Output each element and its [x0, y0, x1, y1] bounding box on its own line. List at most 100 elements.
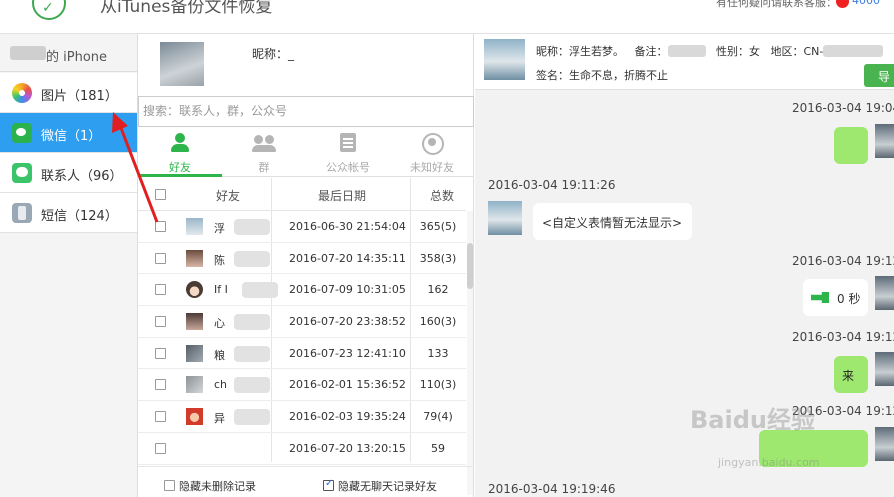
friend-list-scrollbar[interactable] [467, 211, 473, 495]
friend-name: 陈 [214, 253, 225, 267]
friend-avatar [186, 249, 203, 267]
row-checkbox[interactable] [155, 347, 166, 359]
app-title: 从iTunes备份文件恢复 [100, 0, 273, 17]
tab-groups[interactable]: 群 [222, 127, 306, 177]
name-blur [242, 282, 278, 299]
hide-no-chat-option[interactable]: 隐藏无聊天记录好友 [323, 478, 437, 494]
active-tab-indicator [138, 174, 222, 177]
tab-friends[interactable]: 好友 [138, 127, 222, 177]
emoji-placeholder-bubble: <自定义表情暂无法显示> [533, 203, 693, 240]
row-checkbox[interactable] [155, 252, 166, 264]
friend-tabs: 好友 群 公众帐号 未知好友 [138, 127, 474, 177]
hide-deleted-checkbox[interactable] [164, 480, 175, 491]
scrollbar-thumb[interactable] [467, 243, 473, 289]
sidebar-item-label: 短信（124） [41, 209, 118, 224]
filter-options: 隐藏未删除记录 隐藏无聊天记录好友 [138, 466, 474, 497]
friend-avatar [875, 276, 894, 310]
row-checkbox[interactable] [155, 284, 166, 296]
friend-avatar [186, 376, 203, 394]
sidebar-item-label: 联系人（96） [41, 169, 123, 184]
table-row[interactable]: 粮 2016-07-23 12:41:10 133 [138, 338, 466, 370]
friend-name: 浮 [214, 222, 225, 235]
sidebar-item-contacts[interactable]: 联系人（96） [0, 153, 137, 193]
text-message-bubble: 来 [834, 356, 868, 393]
voice-duration: 0 秒 [837, 292, 861, 306]
column-header-last-date[interactable]: 最后日期 [318, 187, 366, 204]
my-nickname: 昵称：_ [252, 47, 295, 61]
chat-panel: 昵称：浮生若梦。 备注： 性别：女 地区：CN- 签名：生命不息，折腾不止 导 … [475, 34, 894, 497]
friend-avatar [186, 408, 203, 426]
baidu-watermark: Baidu经验 [690, 406, 815, 434]
name-blur [234, 345, 270, 362]
contact-text: 有任何疑问请联系客服： [716, 0, 837, 9]
message-total: 365(5) [419, 220, 457, 233]
device-owner-blur [10, 46, 46, 60]
table-row[interactable]: 异 2016-02-03 19:35:24 79(4) [138, 401, 466, 433]
column-header-total[interactable]: 总数 [430, 187, 454, 204]
contact-avatar [484, 39, 525, 80]
contact-remark: 备注： [634, 45, 668, 58]
column-header-friend[interactable]: 好友 [216, 187, 240, 204]
qq-number[interactable]: 4000 [852, 0, 880, 7]
last-date: 2016-02-03 19:35:24 [289, 410, 406, 424]
tab-label: 群 [258, 161, 270, 174]
contact-info-line: 昵称：浮生若梦。 备注： 性别：女 地区：CN- [536, 43, 884, 59]
app-logo-icon: ✓ [32, 0, 66, 20]
photos-icon [12, 83, 32, 103]
friends-panel: 昵称：_ 好友 群 公众帐号 未知好友 好友 最后日期 总数 [138, 34, 474, 497]
friend-avatar [186, 281, 203, 299]
table-row[interactable]: 陈 2016-07-20 14:35:11 358(3) [138, 243, 466, 275]
qq-icon[interactable] [836, 0, 849, 8]
message-total: 133 [427, 346, 449, 360]
table-row[interactable]: 心 2016-07-20 23:38:52 160(3) [138, 306, 466, 338]
message-timestamp: 2016-03-04 19:19:46 [488, 482, 616, 496]
last-date: 2016-07-09 10:31:05 [289, 283, 406, 297]
select-all-checkbox[interactable] [155, 189, 166, 200]
contacts-icon [12, 163, 32, 183]
export-button[interactable]: 导 [864, 64, 894, 87]
contact-region: 地区：CN- [770, 45, 824, 58]
table-row[interactable]: If I 2016-07-09 10:31:05 162 [138, 274, 466, 307]
last-date: 2016-07-20 23:38:52 [289, 315, 406, 329]
message-timestamp: 2016-03-04 19:12 [792, 330, 894, 344]
table-row[interactable]: 2016-07-20 13:20:15 59 [138, 433, 466, 465]
sidebar-item-photos[interactable]: 图片（181） [0, 73, 137, 113]
row-checkbox[interactable] [155, 221, 166, 232]
hide-no-chat-checkbox[interactable] [323, 478, 334, 491]
sidebar-item-sms[interactable]: 短信（124） [0, 193, 137, 233]
message-timestamp: 2016-03-04 19:12 [792, 254, 894, 268]
custom-emoji-bubble [834, 127, 868, 164]
friend-avatar [186, 218, 203, 235]
friend-avatar [186, 313, 203, 331]
hide-no-chat-label: 隐藏无聊天记录好友 [338, 480, 437, 493]
search-box[interactable] [138, 96, 474, 127]
row-checkbox[interactable] [155, 379, 166, 391]
device-header[interactable]: 的 iPhone [0, 34, 137, 72]
my-chat-avatar [488, 201, 522, 235]
table-row[interactable]: 浮 2016-06-30 21:54:04 365(5) [138, 211, 466, 243]
row-checkbox[interactable] [155, 442, 166, 454]
baidu-watermark-url: jingyan.baidu.com [718, 456, 820, 469]
title-bar: ✓ 从iTunes备份文件恢复 有任何疑问请联系客服： 4000 [0, 0, 894, 34]
my-profile: 昵称：_ [138, 34, 474, 96]
row-checkbox[interactable] [155, 316, 166, 328]
sidebar-item-wechat[interactable]: 微信（1） [0, 113, 137, 153]
friend-avatar [875, 352, 894, 386]
search-input[interactable] [143, 97, 463, 125]
sidebar-item-label: 微信（1） [41, 129, 102, 144]
tab-official-accounts[interactable]: 公众帐号 [306, 127, 390, 177]
name-blur [234, 250, 270, 267]
official-account-icon [338, 133, 358, 153]
table-row[interactable]: ch 2016-02-01 15:36:52 110(3) [138, 369, 466, 402]
friend-avatar [875, 427, 894, 461]
wechat-icon [12, 123, 32, 143]
message-timestamp: 2016-03-04 19:11:26 [488, 178, 616, 192]
contact-nickname: 昵称：浮生若梦。 [536, 45, 624, 58]
row-checkbox[interactable] [155, 411, 166, 423]
hide-deleted-option[interactable]: 隐藏未删除记录 [164, 478, 256, 494]
sidebar-item-label: 图片（181） [41, 89, 118, 104]
voice-message-bubble[interactable]: 0 秒 [803, 279, 868, 316]
tab-unknown-friends[interactable]: 未知好友 [390, 127, 474, 177]
group-icon [252, 133, 276, 153]
message-total: 160(3) [419, 315, 457, 329]
